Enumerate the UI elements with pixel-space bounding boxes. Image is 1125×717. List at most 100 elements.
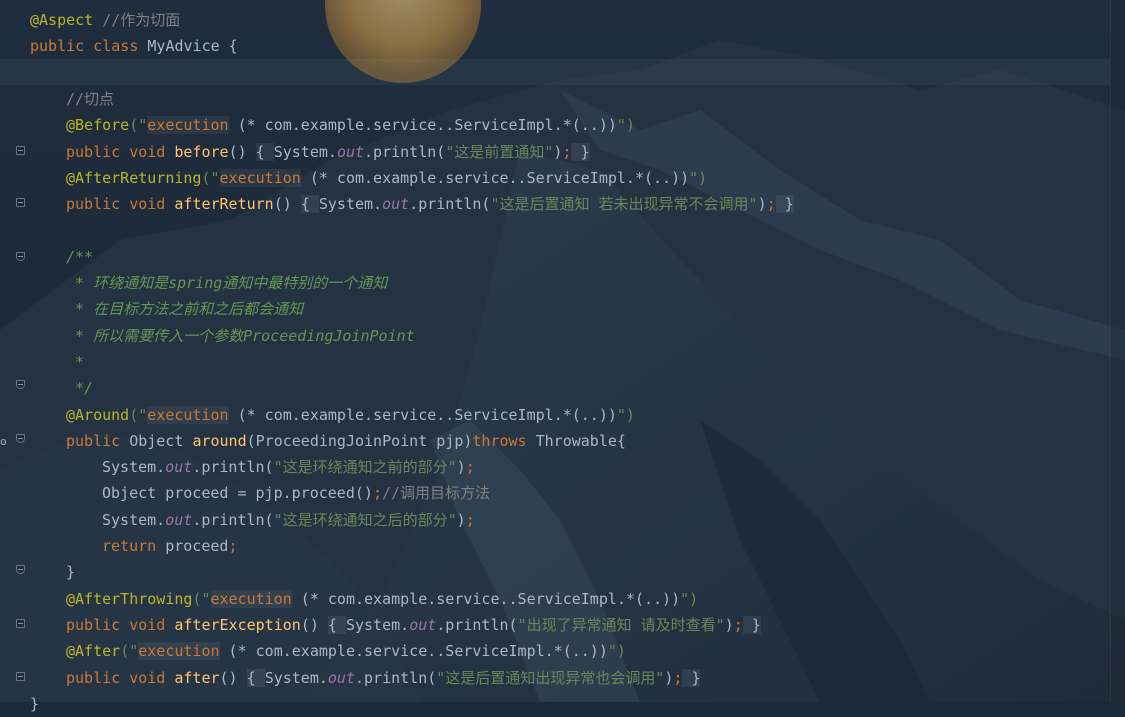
- fold-icon[interactable]: [16, 619, 25, 628]
- code-token: //调用目标方法: [381, 484, 491, 503]
- code-token: (": [192, 589, 211, 608]
- code-token: .println(: [364, 142, 446, 161]
- fold-icon[interactable]: [16, 198, 25, 207]
- code-token: "这是前置通知": [445, 142, 554, 161]
- code-token: execution: [219, 168, 301, 187]
- fold-icon[interactable]: [16, 252, 25, 261]
- code-token: public: [66, 431, 130, 450]
- code-token: @AfterReturning: [66, 168, 202, 187]
- code-token: ;: [733, 615, 743, 634]
- code-token: out: [382, 195, 410, 214]
- fold-icon[interactable]: [16, 146, 25, 155]
- code-token: ;: [766, 195, 776, 214]
- code-token: (* com.example.service..ServiceImpl.*(..…: [219, 642, 608, 661]
- code-token: before: [174, 142, 229, 161]
- code-token: "这是环绕通知之后的部分": [273, 510, 457, 529]
- code-line[interactable]: }: [30, 691, 39, 717]
- editor-gutter: [0, 0, 30, 702]
- code-token: Throwable{: [535, 431, 626, 450]
- code-line[interactable]: public void before() { System.out.printl…: [30, 139, 590, 165]
- code-line[interactable]: }: [30, 559, 75, 585]
- code-token: .println(: [409, 195, 491, 214]
- code-line[interactable]: * 所以需要传入一个参数ProceedingJoinPoint: [30, 323, 415, 349]
- code-token: out: [327, 668, 355, 687]
- code-token: public: [66, 668, 130, 687]
- code-line[interactable]: * 环绕通知是spring通知中最特别的一个通知: [30, 270, 387, 296]
- code-token: after: [174, 668, 220, 687]
- code-line[interactable]: @Around("execution (* com.example.servic…: [30, 402, 635, 428]
- code-token: System.: [264, 668, 328, 687]
- code-token: @Aspect: [30, 11, 94, 29]
- code-token: @Around: [66, 405, 130, 424]
- code-token: (* com.example.service..ServiceImpl.*(..…: [228, 405, 617, 424]
- code-line[interactable]: /**: [30, 244, 93, 270]
- code-line[interactable]: public void afterException() { System.ou…: [30, 612, 761, 638]
- code-line[interactable]: public Object around(ProceedingJoinPoint…: [30, 428, 626, 454]
- code-token: (): [228, 142, 256, 161]
- code-token: */: [66, 379, 94, 398]
- code-token: MyAdvice {: [147, 37, 238, 56]
- code-token: "这是后置通知 若未出现异常不会调用": [490, 195, 758, 214]
- code-token: (": [129, 116, 148, 135]
- code-token: ;: [228, 537, 238, 555]
- code-line[interactable]: @Aspect //作为切面: [30, 7, 180, 33]
- code-line[interactable]: Object proceed = pjp.proceed();//调用目标方法: [30, 480, 490, 506]
- code-token: out: [409, 615, 437, 634]
- code-token: .println(: [355, 668, 437, 687]
- code-token: }: [30, 694, 40, 713]
- code-token: (* com.example.service..ServiceImpl.*(..…: [300, 168, 690, 187]
- code-line[interactable]: public class MyAdvice {: [30, 33, 238, 59]
- code-line[interactable]: @AfterReturning("execution (* com.exampl…: [30, 165, 707, 191]
- code-token: }: [682, 668, 701, 687]
- code-token: * 所以需要传入一个参数ProceedingJoinPoint: [66, 326, 415, 345]
- implemented-marker-icon[interactable]: o: [0, 435, 7, 448]
- code-token: execution: [210, 589, 292, 608]
- code-line[interactable]: System.out.println("这是环绕通知之后的部分");: [30, 507, 475, 533]
- code-line[interactable]: *: [30, 349, 84, 375]
- vertical-scrollbar[interactable]: [1110, 0, 1125, 702]
- code-line[interactable]: @Before("execution (* com.example.servic…: [30, 112, 635, 138]
- code-token: {: [300, 195, 319, 214]
- code-token: execution: [147, 116, 229, 135]
- code-token: Object: [129, 431, 193, 450]
- code-token: public: [30, 37, 94, 56]
- code-line[interactable]: return proceed;: [30, 533, 237, 559]
- code-line[interactable]: public void afterReturn() { System.out.p…: [30, 191, 794, 217]
- code-token: @After: [66, 642, 121, 661]
- fold-icon[interactable]: [16, 434, 25, 443]
- code-token: Object proceed = pjp.proceed(): [102, 484, 373, 503]
- code-token: "): [616, 116, 635, 135]
- code-token: void: [129, 195, 175, 214]
- code-line[interactable]: //切点: [30, 86, 114, 112]
- code-token: around: [192, 431, 247, 450]
- code-token: {: [246, 668, 265, 687]
- code-line[interactable]: * 在目标方法之前和之后都会通知: [30, 296, 303, 322]
- code-token: "出现了异常通知 请及时查看": [517, 615, 725, 634]
- code-token: {: [255, 142, 274, 161]
- code-token: *: [66, 352, 85, 371]
- code-token: System.: [102, 458, 166, 477]
- code-line[interactable]: System.out.println("这是环绕通知之前的部分");: [30, 454, 475, 480]
- code-token: System.: [102, 510, 166, 529]
- fold-icon[interactable]: [16, 380, 25, 389]
- code-token: (* com.example.service..ServiceImpl.*(..…: [228, 116, 617, 135]
- code-token: System.: [345, 615, 410, 634]
- code-token: throws: [472, 431, 536, 450]
- code-line[interactable]: public void after() { System.out.println…: [30, 665, 701, 691]
- code-editor[interactable]: o @Aspect //作为切面 public class MyAdvice { /…: [0, 0, 1110, 713]
- fold-icon[interactable]: [16, 565, 25, 574]
- code-token: (": [129, 405, 148, 424]
- code-token: }: [66, 563, 76, 582]
- code-line[interactable]: @AfterThrowing("execution (* com.example…: [30, 586, 698, 612]
- code-token: (": [201, 168, 220, 187]
- fold-icon[interactable]: [16, 672, 25, 681]
- code-line[interactable]: */: [30, 375, 93, 401]
- code-token: .println(: [436, 615, 518, 634]
- code-token: .println(: [192, 510, 274, 529]
- code-line[interactable]: @After("execution (* com.example.service…: [30, 638, 626, 664]
- code-token: "): [607, 642, 626, 661]
- code-token: ;: [465, 510, 475, 529]
- code-token: out: [336, 142, 365, 161]
- code-token: public: [66, 195, 130, 214]
- code-token: @AfterThrowing: [66, 589, 193, 608]
